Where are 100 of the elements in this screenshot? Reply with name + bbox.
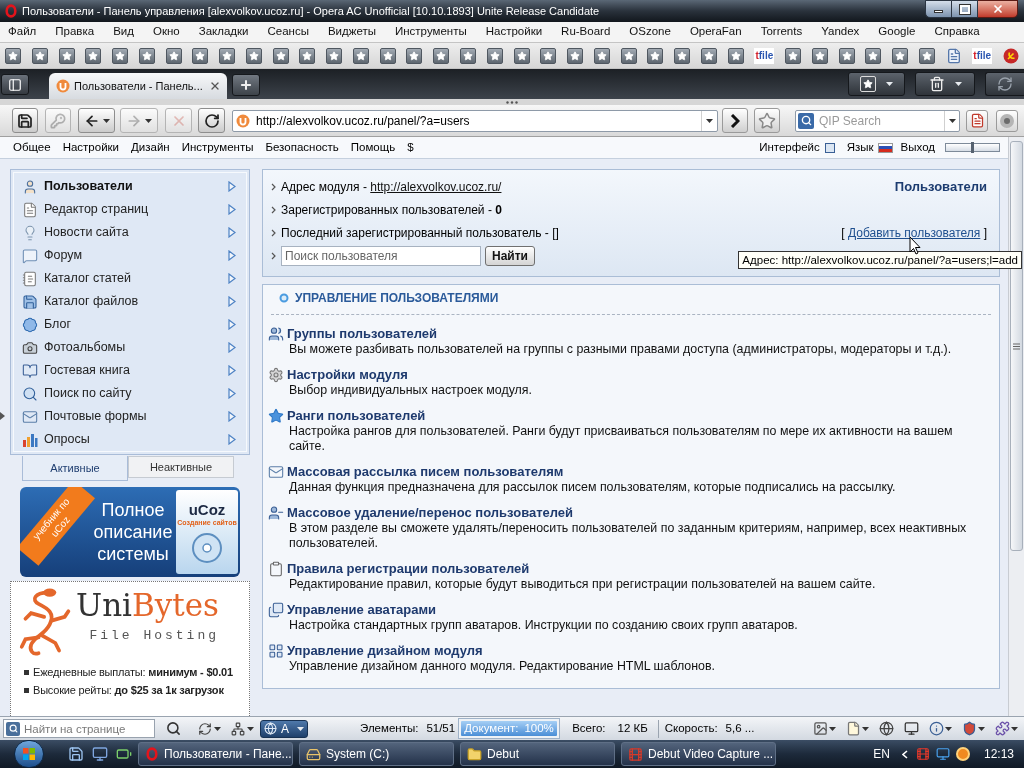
bookmark-button[interactable] (754, 108, 780, 133)
sidebar-item[interactable]: Опросы (14, 428, 246, 451)
notes-icon[interactable] (966, 109, 988, 132)
start-button[interactable] (14, 740, 44, 768)
browser-tab[interactable]: Пользователи - Панель... (49, 73, 227, 99)
find-button[interactable]: Найти (485, 245, 535, 266)
add-user-link[interactable]: Добавить пользователя (847, 225, 981, 240)
section-link[interactable]: Управление аватарами (287, 601, 437, 618)
close-icon[interactable] (209, 80, 221, 92)
caret-icon[interactable] (1011, 726, 1018, 731)
caret-icon[interactable] (706, 118, 713, 123)
panel-button[interactable] (985, 72, 1024, 96)
minimize-button[interactable] (925, 0, 952, 18)
menu-item[interactable]: Вид (113, 23, 134, 41)
new-tab-button[interactable] (232, 74, 260, 96)
menu-item[interactable]: Google (878, 23, 916, 41)
menu-item[interactable]: Справка (934, 23, 980, 41)
panel-toggle-button[interactable] (1, 74, 29, 95)
globe-icon[interactable] (879, 721, 894, 736)
find-field[interactable]: Найти на странице (3, 719, 155, 738)
user-search-field[interactable]: Поиск пользователя (281, 245, 481, 266)
close-button[interactable] (978, 0, 1018, 18)
sidebar-item[interactable]: Фотоальбомы (14, 336, 246, 359)
caret-icon[interactable] (886, 82, 893, 86)
caret-icon[interactable] (948, 118, 956, 123)
caret-icon[interactable] (862, 726, 869, 731)
app-icon[interactable] (955, 747, 970, 761)
caret-icon[interactable] (945, 726, 952, 731)
triangle-arrow-icon[interactable] (228, 250, 236, 261)
sidebar-item[interactable]: Новости сайта (14, 221, 246, 244)
section-link[interactable]: Правила регистрации пользователей (287, 560, 530, 577)
info-icon[interactable] (929, 721, 944, 736)
taskbar-button[interactable]: Debut Video Capture ... (621, 742, 776, 766)
caret-icon[interactable] (214, 726, 221, 731)
caret-icon[interactable] (102, 118, 110, 123)
sidebar-item[interactable]: Каталог статей (14, 267, 246, 290)
monitor-icon[interactable] (904, 721, 919, 736)
menu-item[interactable]: Файл (8, 23, 37, 41)
document-icon[interactable] (945, 47, 962, 64)
nav-link[interactable]: Настройки (62, 138, 120, 157)
shield-icon[interactable] (962, 721, 977, 736)
width-slider[interactable] (945, 143, 1000, 152)
menu-item[interactable]: OSzone (629, 23, 671, 41)
save-button[interactable] (12, 108, 38, 133)
chevron-icon[interactable] (901, 749, 908, 759)
menu-item[interactable]: Сеансы (267, 23, 309, 41)
filter-tab[interactable]: Активные (22, 456, 128, 481)
flag-icon[interactable] (877, 142, 893, 153)
sidebar-item[interactable]: Почтовые формы (14, 405, 246, 428)
nav-link[interactable]: Дизайн (131, 138, 170, 157)
search-icon[interactable] (166, 721, 181, 736)
triangle-arrow-icon[interactable] (228, 365, 236, 376)
triangle-arrow-icon[interactable] (228, 181, 236, 192)
menu-item[interactable]: Правка (55, 23, 95, 41)
triangle-arrow-icon[interactable] (228, 388, 236, 399)
section-link[interactable]: Массовое удаление/перенос пользователей (287, 504, 574, 521)
page-icon[interactable] (846, 721, 861, 736)
sidebar-item[interactable]: Форум (14, 244, 246, 267)
monitor-icon[interactable] (935, 747, 950, 761)
triangle-arrow-icon[interactable] (228, 411, 236, 422)
address-field[interactable]: http://alexvolkov.ucoz.ru/panel/?a=users (232, 109, 718, 132)
triangle-arrow-icon[interactable] (228, 204, 236, 215)
monitor-icon[interactable] (92, 746, 108, 762)
sync-icon[interactable] (198, 721, 212, 736)
grip-icon[interactable] (506, 100, 518, 104)
emblem-icon[interactable] (1002, 47, 1019, 64)
caret-icon[interactable] (829, 726, 836, 731)
menu-item[interactable]: Закладки (198, 23, 249, 41)
closed-tabs-button[interactable] (915, 72, 975, 96)
triangle-arrow-icon[interactable] (228, 342, 236, 353)
nav-link[interactable]: Интерфейс (759, 138, 820, 157)
sidebar-item[interactable]: Поиск по сайту (14, 382, 246, 405)
bookmark-link[interactable]: tfile (972, 47, 993, 64)
caret-icon[interactable] (247, 726, 254, 731)
menu-item[interactable]: Окно (152, 23, 180, 41)
maximize-button[interactable] (952, 0, 978, 18)
section-link[interactable]: Массовая рассылка писем пользователям (287, 463, 564, 480)
nav-link[interactable]: Безопасность (265, 138, 339, 157)
bookmark-link[interactable]: tfile (754, 47, 775, 64)
nav-link[interactable]: Общее (13, 138, 51, 157)
sidebar-item[interactable]: Пользователи (14, 175, 246, 198)
caret-icon[interactable] (954, 82, 962, 86)
go-button[interactable] (722, 108, 748, 133)
battery-icon[interactable] (116, 746, 132, 762)
bookmarks-menu-button[interactable] (848, 72, 905, 96)
section-link[interactable]: Управление дизайном модуля (287, 642, 483, 659)
module-address-link[interactable]: http://alexvolkov.ucoz.ru/ (370, 179, 502, 194)
language-indicator[interactable]: EN (873, 745, 890, 763)
taskbar-button[interactable]: Пользователи - Пане... (138, 742, 293, 766)
triangle-arrow-icon[interactable] (228, 296, 236, 307)
search-field[interactable]: QIP Search (795, 109, 960, 132)
nav-link[interactable]: Помощь (350, 138, 396, 157)
section-link[interactable]: Группы пользователей (287, 325, 438, 342)
menu-item[interactable]: Настройки (485, 23, 543, 41)
network-icon[interactable] (231, 721, 245, 736)
film-icon[interactable] (915, 747, 930, 761)
menu-item[interactable]: Инструменты (395, 23, 467, 41)
back-button[interactable] (78, 108, 115, 133)
menu-item[interactable]: Yandex (821, 23, 860, 41)
collapse-arrow-icon[interactable] (0, 412, 5, 420)
